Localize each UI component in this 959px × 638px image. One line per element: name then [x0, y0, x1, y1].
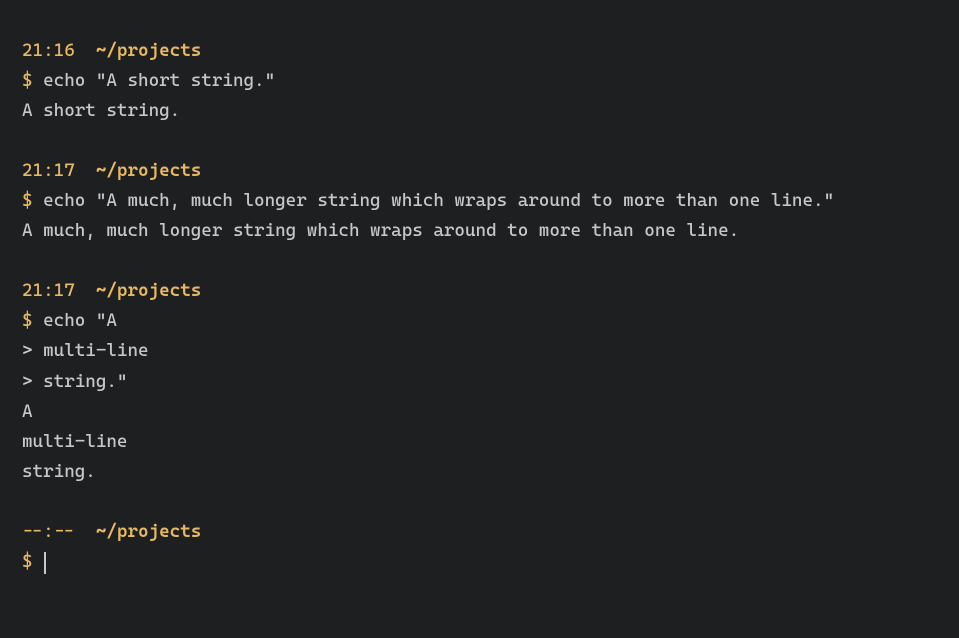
command-text: echo "A short string."	[43, 70, 275, 91]
prompt-path: ~/projects	[96, 160, 201, 181]
output-line: A short string.	[22, 96, 937, 126]
continuation-line: > string."	[22, 367, 937, 397]
prompt-header: 21:16 ~/projects	[22, 36, 937, 66]
output-line: A	[22, 397, 937, 427]
command-text: echo "A much, much longer string which w…	[43, 190, 834, 211]
output-text: A short string.	[22, 100, 180, 121]
continuation-text: string."	[43, 371, 127, 392]
blank-line	[22, 246, 937, 276]
cursor	[44, 552, 46, 574]
continuation-prompt: >	[22, 340, 33, 361]
continuation-prompt: >	[22, 371, 33, 392]
command-line: $ echo "A much, much longer string which…	[22, 186, 937, 216]
prompt-time: 21:17	[22, 160, 75, 181]
output-text: A	[22, 401, 33, 422]
continuation-text: multi-line	[43, 340, 148, 361]
output-line: string.	[22, 457, 937, 487]
prompt-path: ~/projects	[96, 40, 201, 61]
prompt-symbol: $	[22, 190, 33, 211]
command-line: $ echo "A	[22, 306, 937, 336]
continuation-line: > multi-line	[22, 336, 937, 366]
prompt-path: ~/projects	[96, 280, 201, 301]
prompt-symbol: $	[22, 551, 33, 572]
prompt-header: --:-- ~/projects	[22, 517, 937, 547]
output-text: multi-line	[22, 431, 127, 452]
terminal-output[interactable]: 21:16 ~/projects$ echo "A short string."…	[22, 36, 937, 577]
blank-line	[22, 126, 937, 156]
prompt-header: 21:17 ~/projects	[22, 156, 937, 186]
blank-line	[22, 487, 937, 517]
output-line: multi-line	[22, 427, 937, 457]
prompt-time: 21:17	[22, 280, 75, 301]
prompt-header: 21:17 ~/projects	[22, 276, 937, 306]
output-text: string.	[22, 461, 96, 482]
current-prompt-line[interactable]: $	[22, 547, 937, 577]
prompt-path: ~/projects	[96, 521, 201, 542]
prompt-time: --:--	[22, 521, 75, 542]
command-text: echo "A	[43, 310, 117, 331]
output-line: A much, much longer string which wraps a…	[22, 216, 937, 246]
command-line: $ echo "A short string."	[22, 66, 937, 96]
output-text: A much, much longer string which wraps a…	[22, 220, 739, 241]
prompt-symbol: $	[22, 70, 33, 91]
prompt-symbol: $	[22, 310, 33, 331]
prompt-time: 21:16	[22, 40, 75, 61]
